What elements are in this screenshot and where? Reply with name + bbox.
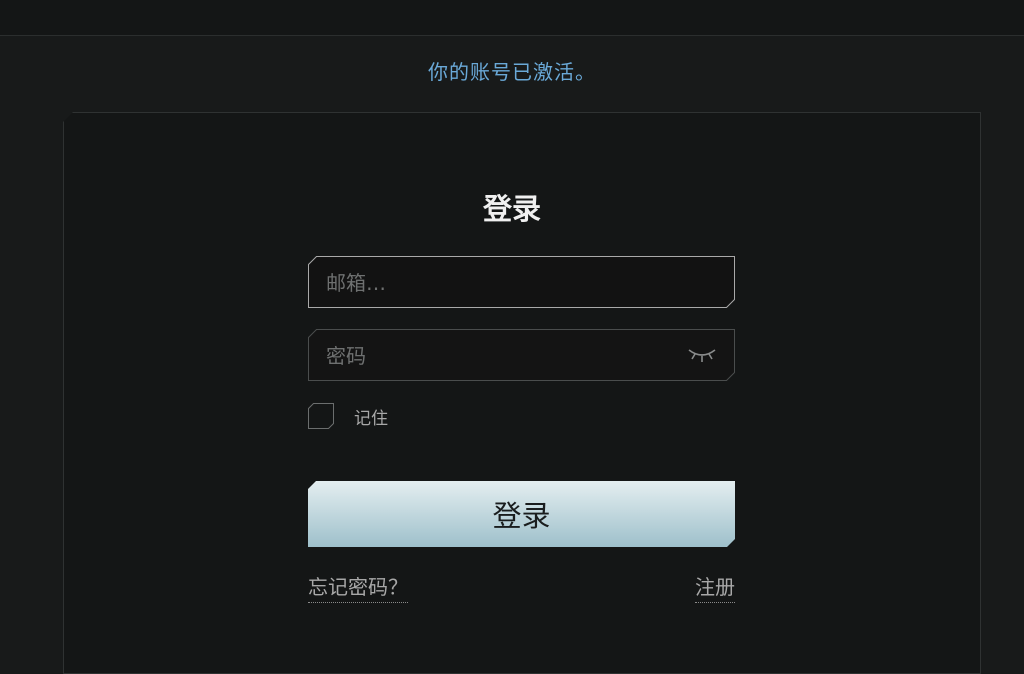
- password-field-container: [308, 329, 735, 383]
- forgot-password-link[interactable]: 忘记密码？: [308, 571, 408, 603]
- login-button[interactable]: 登录: [308, 481, 735, 547]
- password-input[interactable]: [324, 329, 688, 383]
- email-field-container: [308, 256, 735, 310]
- account-activated-notice: 你的账号已激活。: [428, 60, 596, 84]
- remember-label: 记住: [354, 409, 388, 429]
- register-link[interactable]: 注册: [695, 571, 735, 603]
- email-input[interactable]: [324, 256, 688, 310]
- login-title: 登录: [482, 192, 541, 226]
- top-bar: [0, 0, 1024, 36]
- eye-closed-icon[interactable]: [687, 345, 717, 365]
- remember-checkbox[interactable]: [308, 403, 334, 429]
